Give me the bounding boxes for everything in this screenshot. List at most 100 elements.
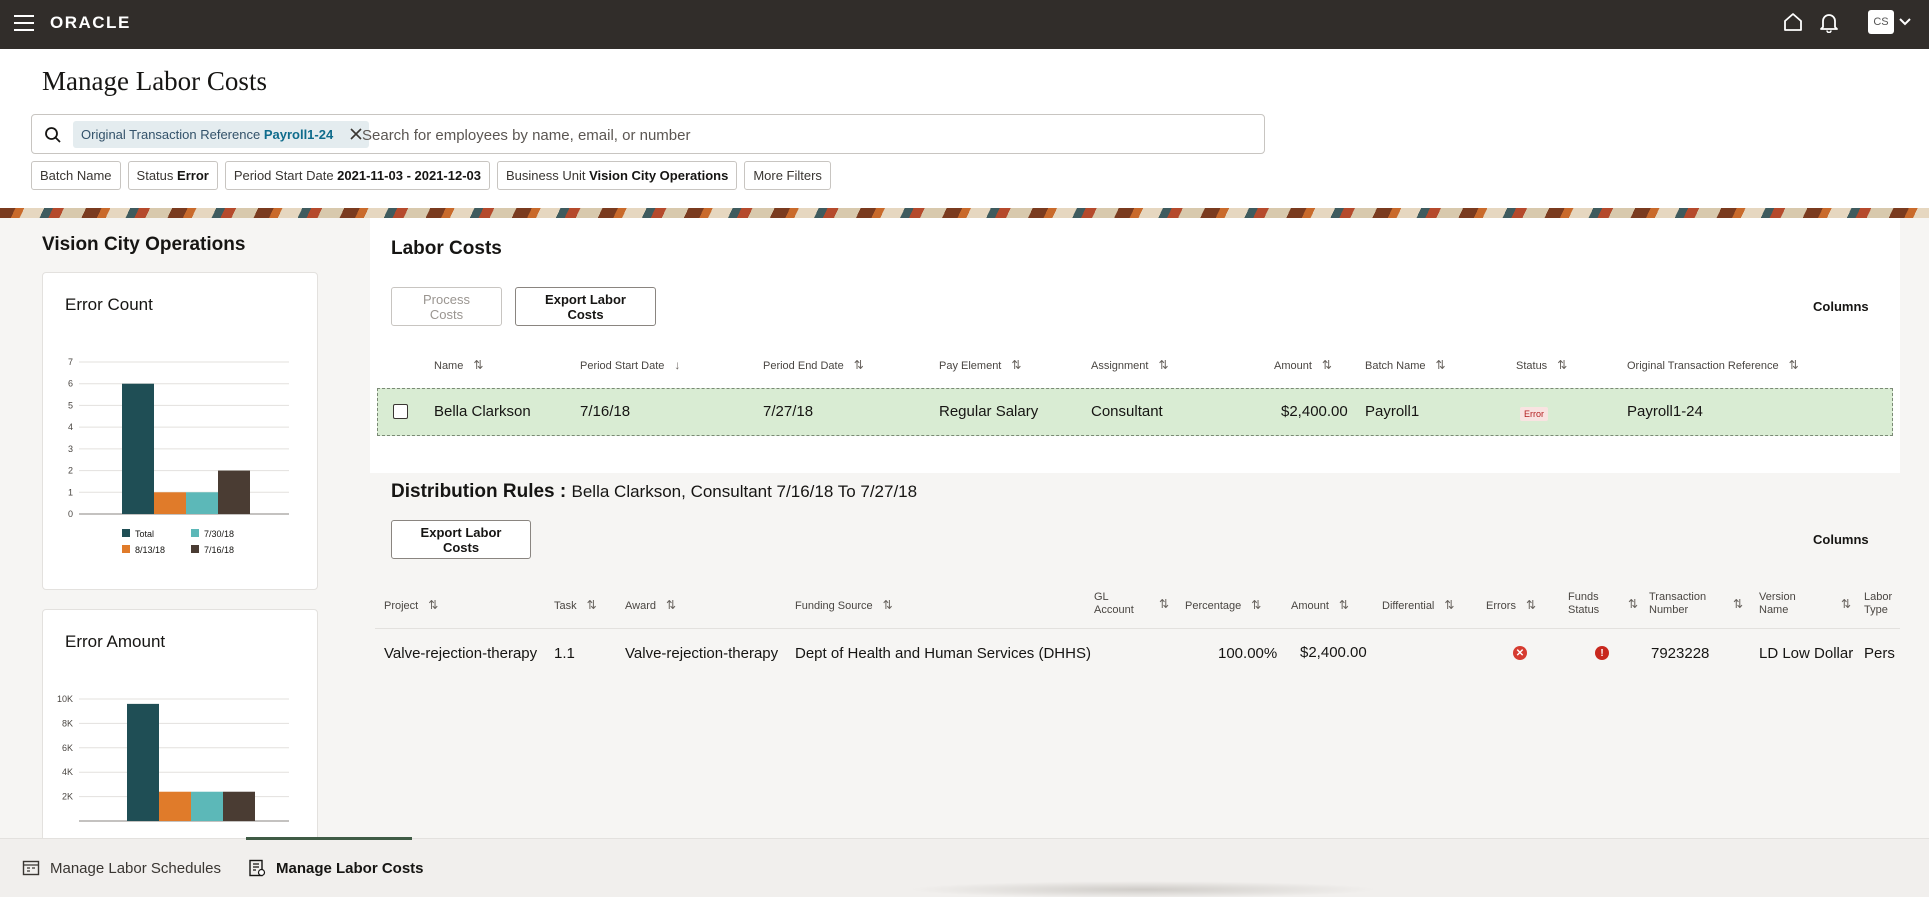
dock-item-manage-labor-costs[interactable]: Manage Labor Costs [248, 859, 424, 877]
sort-icon[interactable]: ⇅ [1159, 598, 1169, 611]
user-avatar[interactable]: CS [1868, 10, 1894, 34]
bar-Total[interactable] [122, 383, 154, 514]
sort-icon[interactable]: ⇅ [1628, 598, 1638, 611]
search-filter-chip[interactable]: Original Transaction Reference Payroll1-… [73, 121, 370, 148]
active-tab-indicator [246, 837, 412, 840]
bar-Total[interactable] [127, 703, 159, 821]
dock-item-manage-labor-schedules[interactable]: Manage Labor Schedules [22, 859, 221, 877]
y-tick-label: 3 [68, 444, 73, 454]
sort-icon[interactable]: ⇅ [666, 598, 676, 612]
filter-period-start-date[interactable]: Period Start Date 2021-11-03 - 2021-12-0… [224, 161, 491, 190]
notification-bell-icon[interactable] [1818, 11, 1840, 33]
column-header-project[interactable]: Project ⇅ [384, 598, 438, 612]
column-header-period-start-date[interactable]: Period Start Date ↓ [580, 358, 680, 372]
sort-icon[interactable]: ⇅ [1011, 358, 1021, 372]
sort-icon[interactable]: ⇅ [587, 598, 597, 612]
table-row[interactable]: Valve-rejection-therapy 1.1 Valve-reject… [370, 629, 1900, 681]
filter-label: Status [136, 168, 174, 183]
y-tick-label: 6K [62, 743, 73, 753]
column-header-name[interactable]: Name ⇅ [434, 358, 483, 372]
column-header-period-end-date[interactable]: Period End Date ⇅ [763, 358, 864, 372]
cell-task: 1.1 [554, 645, 575, 662]
column-header-award[interactable]: Award ⇅ [625, 598, 676, 612]
sort-icon[interactable]: ⇅ [1557, 358, 1567, 372]
column-header-funding-source[interactable]: Funding Source ⇅ [795, 598, 893, 612]
bar-8/13/18[interactable] [159, 791, 191, 821]
column-header-task[interactable]: Task ⇅ [554, 598, 597, 612]
more-filters-button[interactable]: More Filters [744, 161, 831, 190]
table-row[interactable]: Bella Clarkson 7/16/18 7/27/18 Regular S… [377, 388, 1893, 436]
column-header-pay-element[interactable]: Pay Element ⇅ [939, 358, 1021, 372]
bar-7/16/18[interactable] [218, 470, 250, 514]
column-header-labor-type[interactable]: Labor Type [1864, 591, 1892, 617]
row-checkbox[interactable] [393, 404, 408, 419]
legend-swatch [122, 545, 130, 553]
menu-icon[interactable] [14, 15, 34, 31]
error-icon[interactable]: ✕ [1513, 646, 1527, 660]
column-header-amount[interactable]: Amount ⇅ [1274, 358, 1332, 372]
sort-icon[interactable]: ⇅ [1251, 598, 1261, 612]
y-tick-label: 6 [68, 379, 73, 389]
home-icon[interactable] [1782, 11, 1804, 33]
header-label: Funding Source [795, 600, 873, 612]
header-label: Original Transaction Reference [1627, 360, 1779, 372]
header-label: Pay Element [939, 360, 1002, 372]
chevron-down-icon[interactable] [1898, 15, 1912, 29]
sort-icon[interactable]: ⇅ [473, 358, 483, 372]
search-bar[interactable]: Original Transaction Reference Payroll1-… [31, 114, 1265, 154]
brand-logo[interactable]: ORACLE [50, 13, 131, 33]
sort-icon[interactable]: ⇅ [1789, 358, 1799, 372]
warning-icon[interactable]: ! [1595, 646, 1609, 660]
sort-icon[interactable]: ⇅ [1841, 598, 1851, 611]
columns-button[interactable]: Columns [1813, 532, 1869, 547]
sort-icon[interactable]: ⇅ [1436, 358, 1446, 372]
bar-8/13/18[interactable] [154, 492, 186, 514]
filter-label: Business Unit [506, 168, 586, 183]
filter-status[interactable]: Status Error [127, 161, 218, 190]
search-chip-value: Payroll1-24 [263, 127, 334, 142]
column-header-differential[interactable]: Differential ⇅ [1382, 598, 1454, 612]
sort-icon[interactable]: ⇅ [1322, 358, 1332, 372]
sort-icon[interactable]: ⇅ [428, 598, 438, 612]
process-costs-button[interactable]: Process Costs [391, 287, 502, 326]
sort-icon[interactable]: ⇅ [1339, 598, 1349, 612]
filter-batch-name[interactable]: Batch Name [31, 161, 121, 190]
column-header-version-name[interactable]: Version Name ⇅ [1759, 591, 1851, 617]
column-header-transaction-number[interactable]: Transaction Number ⇅ [1649, 591, 1743, 617]
sort-icon[interactable]: ⇅ [1444, 598, 1454, 612]
sort-icon[interactable]: ⇅ [1526, 598, 1536, 612]
cell-award: Valve-rejection-therapy [625, 645, 779, 662]
sort-icon[interactable]: ⇅ [883, 598, 893, 612]
sort-icon[interactable]: ⇅ [1733, 598, 1743, 611]
search-icon[interactable] [44, 126, 62, 144]
cost-report-icon [249, 859, 266, 877]
column-header-original-transaction-reference[interactable]: Original Transaction Reference ⇅ [1627, 358, 1799, 372]
header-label: Project [384, 600, 419, 612]
bar-7/30/18[interactable] [191, 791, 223, 821]
filter-business-unit[interactable]: Business Unit Vision City Operations [497, 161, 738, 190]
export-labor-costs-button[interactable]: Export Labor Costs [391, 520, 531, 559]
search-input[interactable] [362, 123, 1242, 147]
column-header-percentage[interactable]: Percentage ⇅ [1185, 598, 1261, 612]
column-header-funds-status[interactable]: Funds Status ⇅ [1568, 591, 1638, 617]
error-amount-card: Error Amount 2K 4K 6K 8K 10K [42, 609, 318, 849]
column-header-assignment[interactable]: Assignment ⇅ [1091, 358, 1169, 372]
sort-descending-icon[interactable]: ↓ [674, 358, 680, 372]
column-header-amount[interactable]: Amount ⇅ [1291, 598, 1349, 612]
column-header-status[interactable]: Status ⇅ [1516, 358, 1567, 372]
sort-icon[interactable]: ⇅ [854, 358, 864, 372]
cell-funding-source: Dept of Health and Human Services (DHHS) [795, 645, 1091, 662]
filter-value: 2021-11-03 - 2021-12-03 [337, 168, 482, 183]
header-label: Period Start Date [580, 360, 665, 372]
column-header-batch-name[interactable]: Batch Name ⇅ [1365, 358, 1446, 372]
bar-7/30/18[interactable] [186, 492, 218, 514]
column-header-gl-account[interactable]: GL Account ⇅ [1094, 591, 1169, 617]
y-tick-label: 4K [62, 767, 73, 777]
export-labor-costs-button[interactable]: Export Labor Costs [515, 287, 656, 326]
sort-icon[interactable]: ⇅ [1158, 358, 1168, 372]
column-header-errors[interactable]: Errors ⇅ [1486, 598, 1536, 612]
columns-button[interactable]: Columns [1813, 299, 1869, 314]
bar-7/16/18[interactable] [223, 791, 255, 821]
cell-original-reference: Payroll1-24 [1627, 403, 1703, 420]
legend-label: 7/30/18 [204, 529, 234, 539]
